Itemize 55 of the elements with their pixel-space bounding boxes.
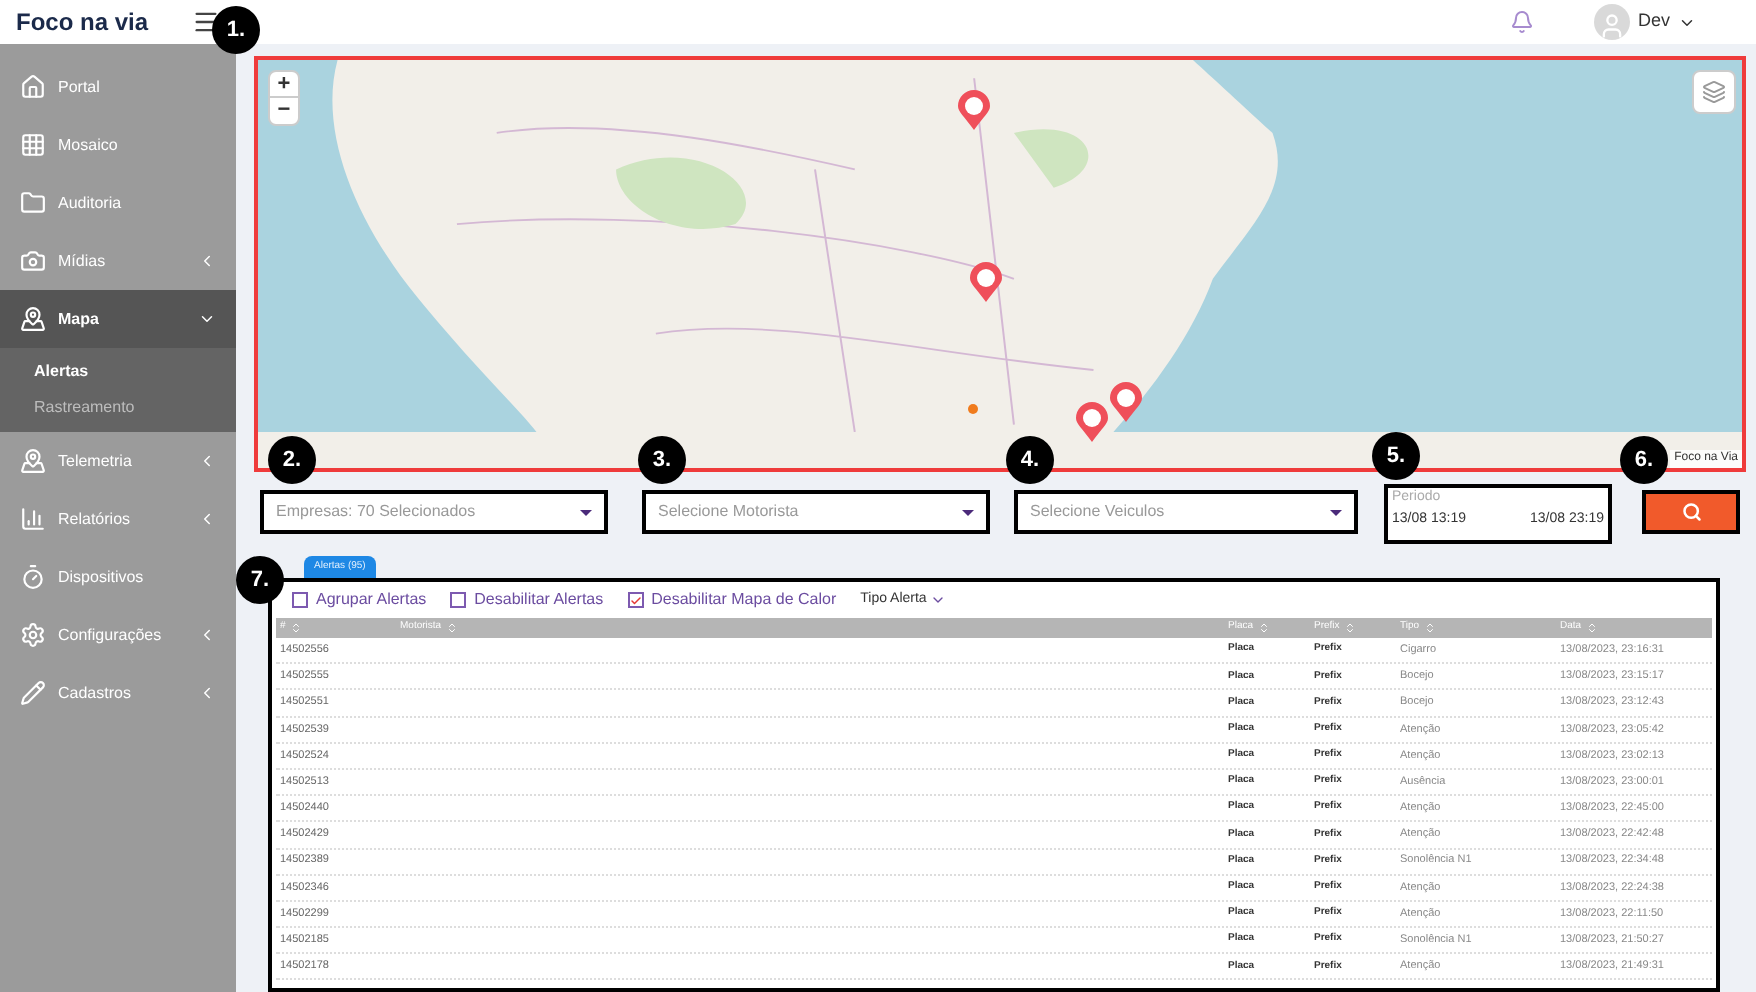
checkbox[interactable] [292,592,308,608]
caret-icon [962,509,974,515]
vehicle-select[interactable]: Selecione Veiculos [1014,490,1358,534]
callout-number: 3. [638,436,686,484]
sidebar-item[interactable]: Auditoria [0,174,236,232]
checkbox[interactable] [450,592,467,608]
sidebar-item[interactable]: Mídias [0,232,236,290]
map-marker-icon[interactable] [1108,380,1144,424]
layers-button[interactable] [1692,70,1736,114]
callout-number: 7. [236,556,284,604]
search-button[interactable] [1642,490,1740,534]
map-marker-icon[interactable] [1074,400,1110,444]
callout-number: 4. [1006,436,1054,484]
camera-icon [20,248,46,274]
map-pin-icon [20,306,46,332]
timer-icon [20,564,46,590]
callout-number: 6. [1620,436,1668,484]
user-name[interactable]: Dev [1637,8,1670,36]
gear-icon [20,622,46,648]
map-pin-icon [20,448,46,474]
bar-chart-icon [20,506,46,532]
sidebar-item[interactable]: Telemetria [0,432,236,490]
map-marker-icon[interactable] [968,260,1004,304]
search-icon [1681,502,1701,522]
submenu-item[interactable]: Rastreamento [0,390,236,426]
logo[interactable]: Foco na via [16,4,149,40]
submenu-item[interactable]: Alertas [0,354,236,390]
grid-icon [20,132,46,158]
zoom-in-button[interactable]: + [270,72,298,98]
callout-number: 2. [268,436,316,484]
checkbox-label[interactable]: Desabilitar Mapa de Calor [651,588,837,612]
sidebar-item[interactable]: Mapa [0,290,236,348]
caret-icon [1330,509,1342,515]
checkbox-label[interactable]: Agrupar Alertas [316,588,427,612]
layers-icon [1702,80,1726,104]
driver-select[interactable]: Selecione Motorista [642,490,990,534]
sidebar-item[interactable]: Relatórios [0,490,236,548]
map-marker-icon[interactable] [956,88,992,132]
folder-icon [20,190,46,216]
company-select[interactable]: Empresas: 70 Selecionados [260,490,608,534]
zoom-out-button[interactable]: − [270,98,298,124]
pencil-icon [20,680,46,706]
sidebar-item[interactable]: Configurações [0,606,236,664]
checkbox-label[interactable]: Desabilitar Alertas [474,588,604,612]
check-icon [629,593,642,607]
caret-icon [580,509,592,515]
bell-icon[interactable] [1509,10,1534,34]
menu-icon[interactable] [192,8,220,36]
sidebar-item[interactable]: Portal [0,58,236,116]
sidebar-item[interactable]: Mosaico [0,116,236,174]
sidebar-item[interactable]: Dispositivos [0,548,236,606]
chevron-down-icon [930,592,947,608]
checkbox[interactable] [627,592,644,608]
sidebar-item[interactable]: Cadastros [0,664,236,722]
home-icon [20,74,46,100]
